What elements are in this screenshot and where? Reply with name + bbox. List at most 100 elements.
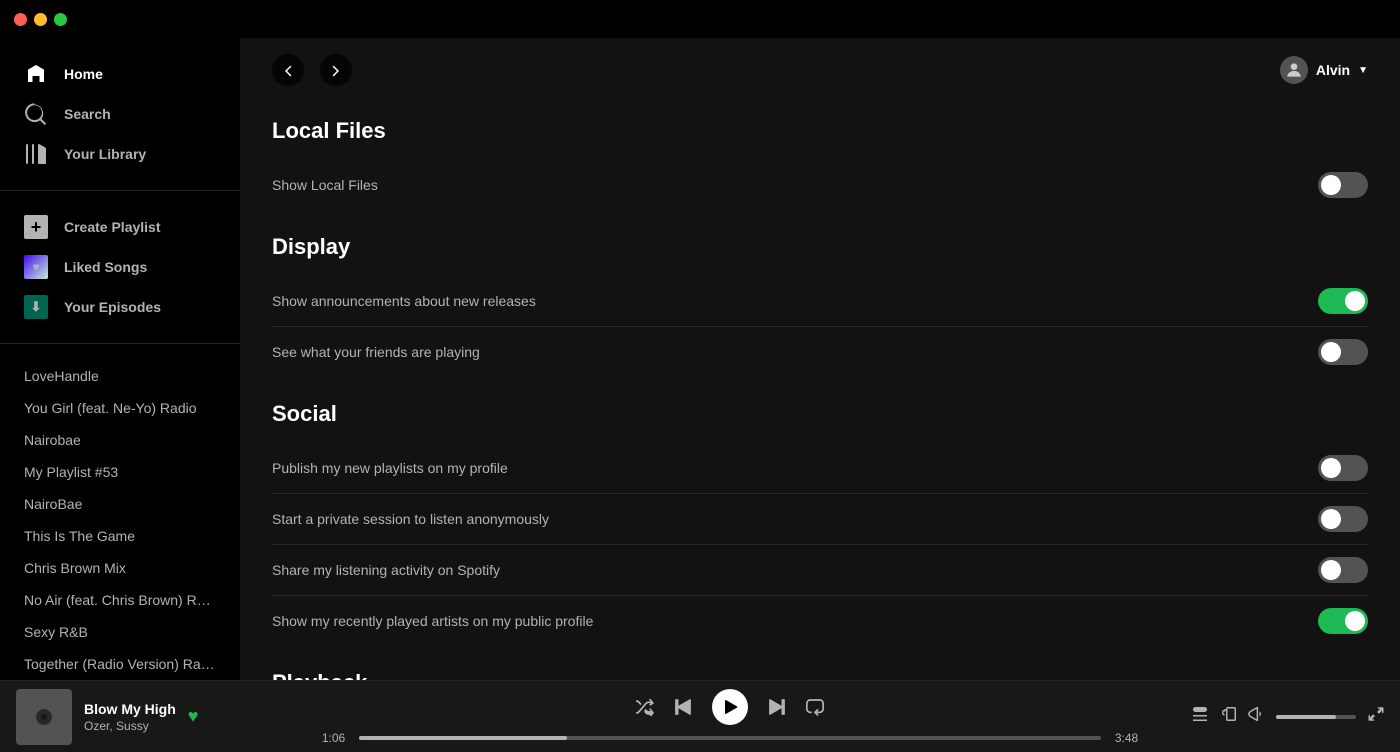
row-label: Show my recently played artists on my pu…: [272, 613, 1318, 629]
episodes-icon: ⬇: [24, 295, 48, 319]
sidebar: Home Search Your Library: [0, 38, 240, 752]
section-title-local-files: Local Files: [272, 102, 1368, 144]
toggle-thumb: [1321, 509, 1341, 529]
toggle-friends[interactable]: [1318, 339, 1368, 365]
playlist-item[interactable]: This Is The Game: [0, 520, 240, 552]
settings-row-show-local-files: Show Local Files: [272, 160, 1368, 210]
library-icon: [24, 142, 48, 166]
your-episodes-button[interactable]: ⬇ Your Episodes: [0, 287, 240, 327]
progress-bar-row: 1:06 3:48: [316, 731, 1144, 745]
playback-controls: [636, 689, 824, 725]
playlist-item[interactable]: My Playlist #53: [0, 456, 240, 488]
settings-section-display: Display Show announcements about new rel…: [272, 218, 1368, 377]
like-button[interactable]: ♥: [188, 706, 199, 727]
sidebar-item-search[interactable]: Search: [0, 94, 240, 134]
create-playlist-icon: +: [24, 215, 48, 239]
your-episodes-label: Your Episodes: [64, 299, 161, 315]
toggle-share-activity[interactable]: [1318, 557, 1368, 583]
nav-section: Home Search Your Library: [0, 46, 240, 182]
settings-row-recently-played: Show my recently played artists on my pu…: [272, 596, 1368, 646]
settings-row-publish: Publish my new playlists on my profile: [272, 443, 1368, 494]
settings-body: Local Files Show Local Files Display Sho…: [240, 102, 1400, 752]
toggle-track: [1318, 339, 1368, 365]
progress-bar[interactable]: [359, 736, 1101, 740]
sidebar-item-library[interactable]: Your Library: [0, 134, 240, 174]
playlist-item[interactable]: No Air (feat. Chris Brown) Ra...: [0, 584, 240, 616]
sidebar-item-home[interactable]: Home: [0, 54, 240, 94]
fullscreen-icon[interactable]: [1368, 706, 1384, 727]
sidebar-divider-1: [0, 190, 240, 191]
liked-songs-button[interactable]: ♥ Liked Songs: [0, 247, 240, 287]
toggle-track: [1318, 557, 1368, 583]
row-label: Publish my new playlists on my profile: [272, 460, 1318, 476]
traffic-lights: [14, 13, 67, 26]
row-label: Show Local Files: [272, 177, 1318, 193]
toggle-track: [1318, 172, 1368, 198]
minimize-button[interactable]: [34, 13, 47, 26]
shuffle-button[interactable]: [636, 698, 654, 716]
settings-section-local-files: Local Files Show Local Files: [272, 102, 1368, 210]
toggle-track: [1318, 506, 1368, 532]
toggle-publish[interactable]: [1318, 455, 1368, 481]
sidebar-actions: + Create Playlist ♥ Liked Songs ⬇ Your E…: [0, 199, 240, 335]
username: Alvin: [1316, 62, 1350, 78]
settings-section-social: Social Publish my new playlists on my pr…: [272, 385, 1368, 646]
player-bar: Blow My High Ozer, Sussy ♥: [0, 680, 1400, 752]
playlist-item[interactable]: Sexy R&B: [0, 616, 240, 648]
toggle-announcements[interactable]: [1318, 288, 1368, 314]
volume-fill: [1276, 715, 1336, 719]
back-button[interactable]: [272, 54, 304, 86]
sidebar-item-search-label: Search: [64, 106, 111, 122]
volume-slider[interactable]: [1276, 715, 1356, 719]
sidebar-item-library-label: Your Library: [64, 146, 146, 162]
current-song-title: Blow My High: [84, 701, 176, 717]
search-icon: [24, 102, 48, 126]
toggle-recently-played[interactable]: [1318, 608, 1368, 634]
connect-devices-icon[interactable]: [1220, 706, 1236, 727]
liked-songs-icon: ♥: [24, 255, 48, 279]
settings-row-private-session: Start a private session to listen anonym…: [272, 494, 1368, 545]
playlist-item[interactable]: Chris Brown Mix: [0, 552, 240, 584]
playlist-item[interactable]: You Girl (feat. Ne-Yo) Radio: [0, 392, 240, 424]
home-icon: [24, 62, 48, 86]
playlist-item[interactable]: Together (Radio Version) Radio: [0, 648, 240, 680]
sidebar-divider-2: [0, 343, 240, 344]
toggle-track: [1318, 455, 1368, 481]
content-topbar: Alvin ▼: [240, 38, 1400, 102]
play-pause-button[interactable]: [712, 689, 748, 725]
next-button[interactable]: [768, 698, 786, 716]
progress-fill: [359, 736, 567, 740]
toggle-thumb: [1321, 342, 1341, 362]
maximize-button[interactable]: [54, 13, 67, 26]
current-time: 1:06: [316, 731, 351, 745]
playlist-item[interactable]: Nairobae: [0, 424, 240, 456]
playlist-item[interactable]: NairoBae: [0, 488, 240, 520]
playlist-item[interactable]: LoveHandle: [0, 360, 240, 392]
main-layout: Home Search Your Library: [0, 38, 1400, 752]
close-button[interactable]: [14, 13, 27, 26]
toggle-thumb: [1345, 291, 1365, 311]
toggle-thumb: [1321, 175, 1341, 195]
row-label: See what your friends are playing: [272, 344, 1318, 360]
toggle-thumb: [1321, 458, 1341, 478]
toggle-private-session[interactable]: [1318, 506, 1368, 532]
create-playlist-button[interactable]: + Create Playlist: [0, 207, 240, 247]
toggle-thumb: [1321, 560, 1341, 580]
toggle-show-local-files[interactable]: [1318, 172, 1368, 198]
content-area: Alvin ▼ Local Files Show Local Files: [240, 38, 1400, 752]
repeat-button[interactable]: [806, 698, 824, 716]
settings-row-friends: See what your friends are playing: [272, 327, 1368, 377]
player-info: Blow My High Ozer, Sussy: [84, 701, 176, 733]
volume-icon[interactable]: [1248, 706, 1264, 727]
avatar: [1280, 56, 1308, 84]
queue-icon[interactable]: [1192, 706, 1208, 727]
player-right: [1144, 706, 1384, 727]
current-song-artist: Ozer, Sussy: [84, 719, 176, 733]
previous-button[interactable]: [674, 698, 692, 716]
forward-button[interactable]: [320, 54, 352, 86]
titlebar: [0, 0, 1400, 38]
row-label: Share my listening activity on Spotify: [272, 562, 1318, 578]
user-area[interactable]: Alvin ▼: [1280, 56, 1368, 84]
liked-songs-label: Liked Songs: [64, 259, 147, 275]
user-chevron-icon: ▼: [1358, 65, 1368, 76]
